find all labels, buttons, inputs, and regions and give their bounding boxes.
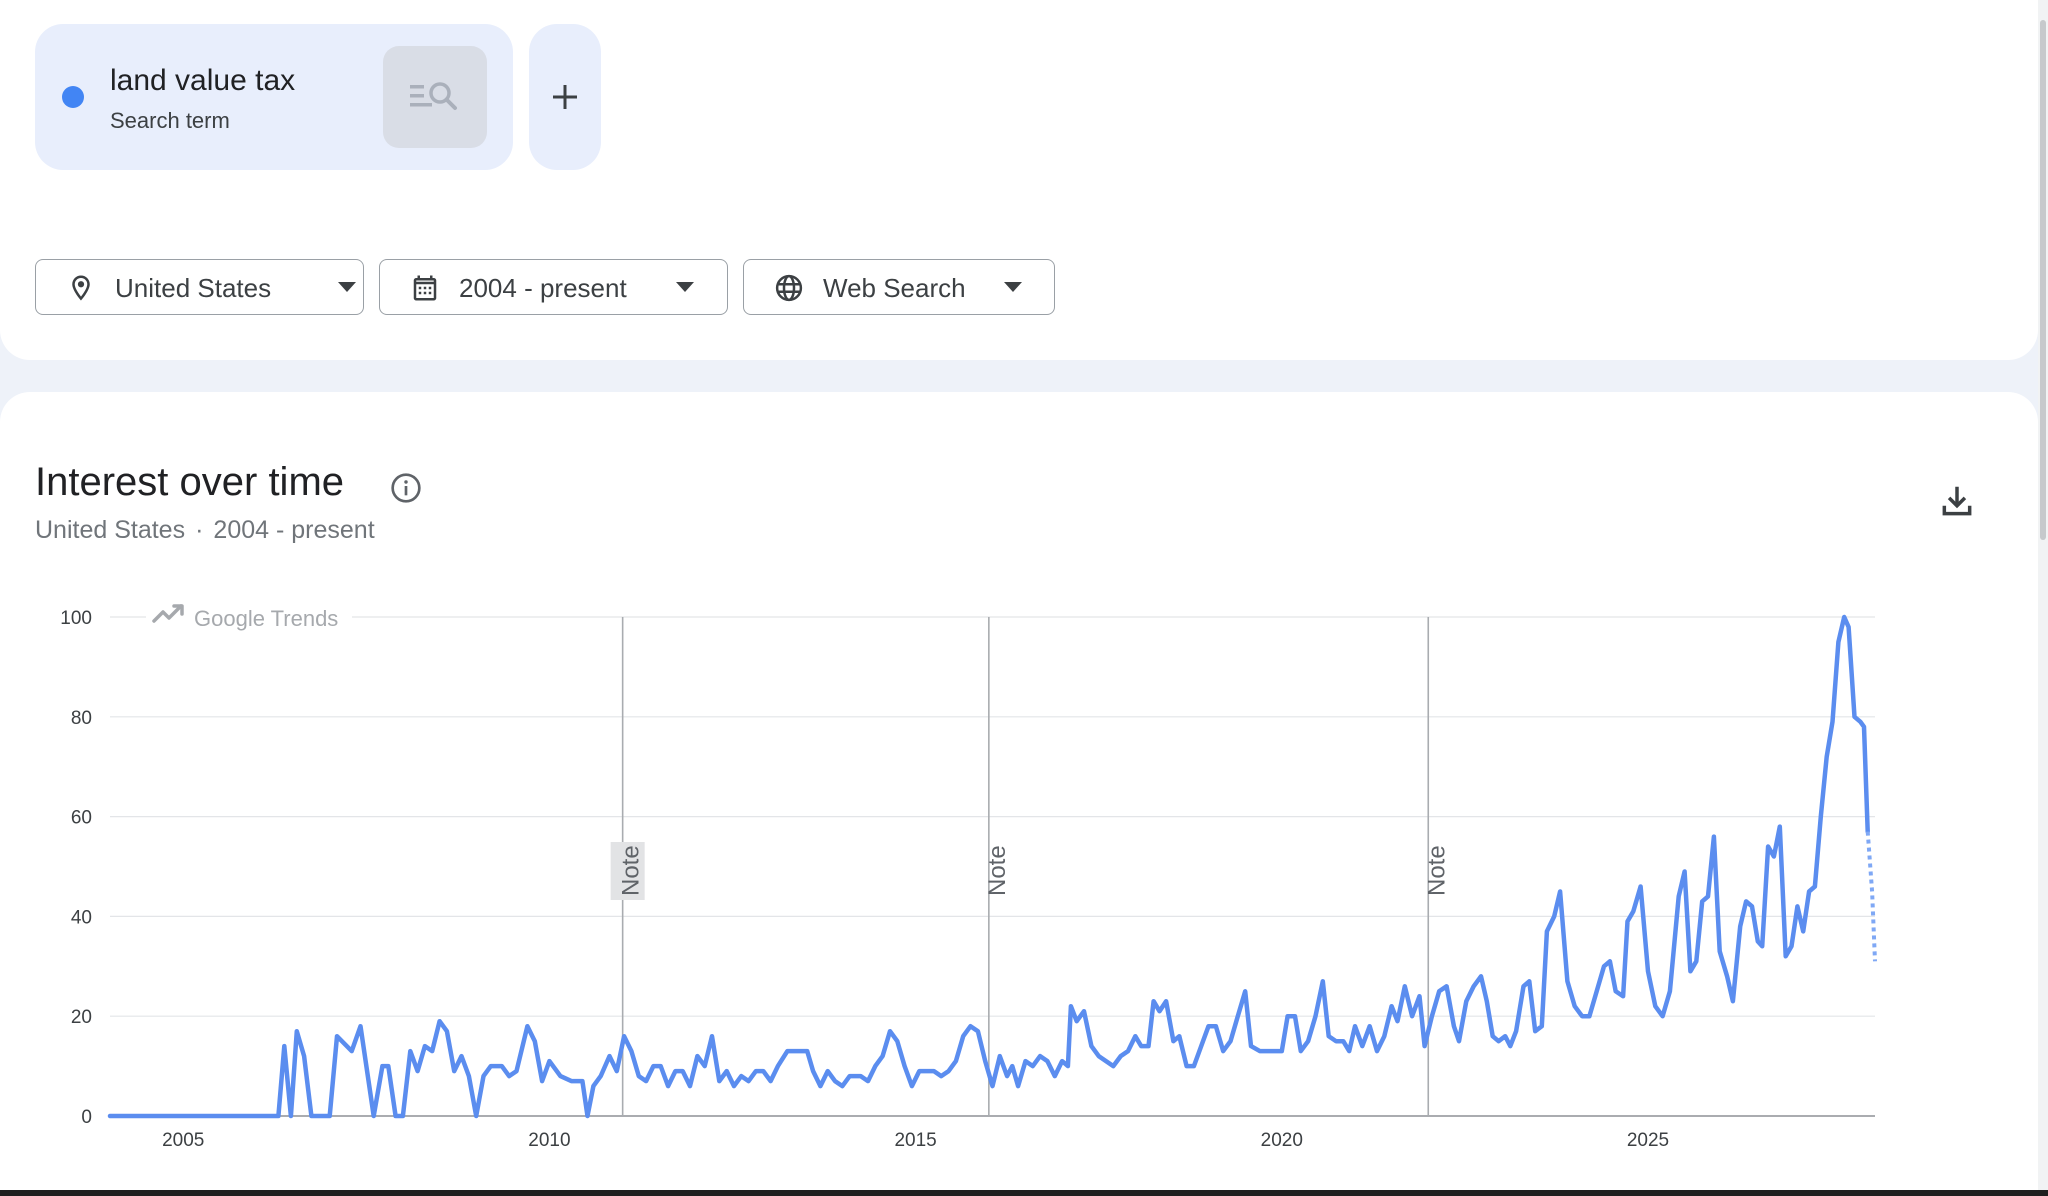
search-term-type: Search term (110, 108, 230, 133)
add-term-button[interactable] (529, 24, 601, 170)
plus-icon (553, 85, 577, 109)
search-panel: land value tax Search term United States (0, 0, 2038, 360)
scrollbar-thumb[interactable] (2040, 20, 2046, 540)
chevron-down-icon (676, 282, 694, 292)
subtitle-separator: · (195, 516, 204, 544)
search-explore-icon[interactable] (383, 46, 487, 148)
chevron-down-icon (1004, 282, 1022, 292)
interest-over-time-title: Interest over time (35, 460, 345, 504)
subtitle-location: United States (35, 516, 186, 544)
window-bottom-edge (0, 1190, 2048, 1196)
term-color-dot (62, 86, 84, 108)
chevron-down-icon (338, 282, 356, 292)
location-filter-label: United States (115, 273, 272, 303)
location-pin-icon (72, 275, 90, 301)
interest-over-time-subtitle: United States · 2004 - present (35, 516, 375, 545)
download-icon[interactable] (1938, 482, 1976, 520)
location-filter[interactable]: United States (35, 259, 364, 315)
property-filter[interactable]: Web Search (743, 259, 1055, 315)
globe-icon (775, 274, 803, 302)
search-term-card[interactable]: land value tax Search term (35, 24, 513, 170)
date-filter-label: 2004 - present (459, 273, 627, 303)
property-filter-label: Web Search (823, 273, 966, 303)
interest-over-time-panel: Interest over time United States · 2004 - … (0, 392, 2038, 1196)
search-term-name[interactable]: land value tax (110, 64, 295, 98)
info-icon[interactable] (390, 472, 422, 504)
subtitle-range: 2004 - present (213, 516, 375, 544)
calendar-icon (413, 275, 437, 301)
date-filter[interactable]: 2004 - present (379, 259, 728, 315)
